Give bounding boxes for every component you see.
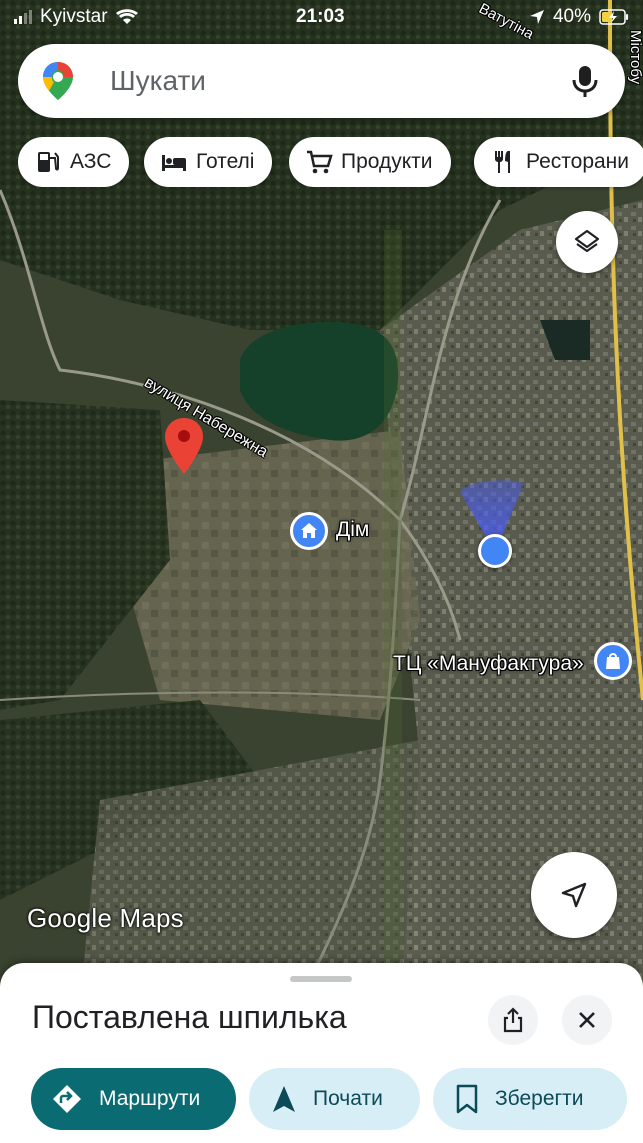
home-label[interactable]: Дім bbox=[336, 518, 369, 542]
close-icon bbox=[579, 1012, 595, 1028]
chip-label: Продукти bbox=[341, 150, 433, 173]
chip-hotels[interactable]: Готелі bbox=[144, 137, 273, 187]
start-label: Почати bbox=[313, 1087, 383, 1110]
signal-icon bbox=[14, 10, 32, 24]
chip-label: Готелі bbox=[196, 150, 255, 173]
chip-groceries[interactable]: Продукти bbox=[289, 137, 451, 187]
directions-button[interactable]: Маршрути bbox=[31, 1068, 236, 1130]
location-arrow-icon bbox=[529, 10, 544, 24]
save-button[interactable]: Зберегти bbox=[433, 1068, 627, 1130]
close-button[interactable] bbox=[562, 995, 612, 1045]
layers-button[interactable] bbox=[556, 211, 618, 273]
bookmark-icon bbox=[456, 1084, 478, 1114]
navigation-arrow-icon bbox=[561, 882, 587, 908]
chip-restaurants[interactable]: Ресторани bbox=[474, 137, 643, 187]
mall-label[interactable]: ТЦ «Мануфактура» bbox=[393, 652, 584, 676]
recenter-button[interactable] bbox=[531, 852, 617, 938]
navigation-start-icon bbox=[273, 1086, 295, 1112]
restaurant-icon bbox=[495, 151, 510, 173]
street-label-right-edge: Містобу bbox=[627, 30, 643, 85]
directions-label: Маршрути bbox=[99, 1087, 201, 1110]
home-place-icon[interactable] bbox=[290, 512, 328, 550]
drag-handle[interactable] bbox=[290, 976, 352, 982]
hotel-bed-icon bbox=[162, 155, 186, 171]
shopping-cart-icon bbox=[307, 150, 333, 174]
dropped-pin-icon[interactable] bbox=[163, 416, 205, 476]
chip-label: Ресторани bbox=[526, 150, 630, 173]
google-maps-pin-icon bbox=[43, 62, 73, 100]
battery-charging-icon bbox=[599, 9, 628, 25]
wifi-icon bbox=[115, 9, 138, 24]
google-maps-logo: Google Maps bbox=[27, 903, 184, 933]
microphone-icon[interactable] bbox=[567, 63, 603, 99]
share-button[interactable] bbox=[488, 995, 538, 1045]
search-input[interactable] bbox=[110, 62, 550, 100]
status-bar: Kyivstar 21:03 40% bbox=[0, 0, 643, 34]
sheet-title: Поставлена шпилька bbox=[32, 999, 347, 1035]
my-location-dot bbox=[478, 534, 512, 568]
search-bar[interactable] bbox=[18, 44, 625, 118]
share-icon bbox=[503, 1007, 523, 1033]
gas-station-icon bbox=[38, 152, 59, 172]
chip-gas-stations[interactable]: АЗС bbox=[18, 137, 130, 187]
start-button[interactable]: Почати bbox=[249, 1068, 420, 1130]
battery-percent: 40% bbox=[552, 6, 591, 27]
layers-icon bbox=[574, 229, 600, 253]
shopping-bag-icon[interactable] bbox=[594, 642, 632, 680]
directions-icon bbox=[53, 1085, 81, 1113]
place-bottom-sheet[interactable]: Поставлена шпилька Маршрути Почати Збере… bbox=[0, 963, 643, 1143]
carrier-name: Kyivstar bbox=[40, 6, 108, 27]
category-chips: АЗС Готелі Продукти Ресторани bbox=[18, 137, 643, 187]
save-label: Зберегти bbox=[495, 1087, 584, 1110]
clock-time: 21:03 bbox=[296, 6, 345, 27]
chip-label: АЗС bbox=[70, 150, 112, 173]
